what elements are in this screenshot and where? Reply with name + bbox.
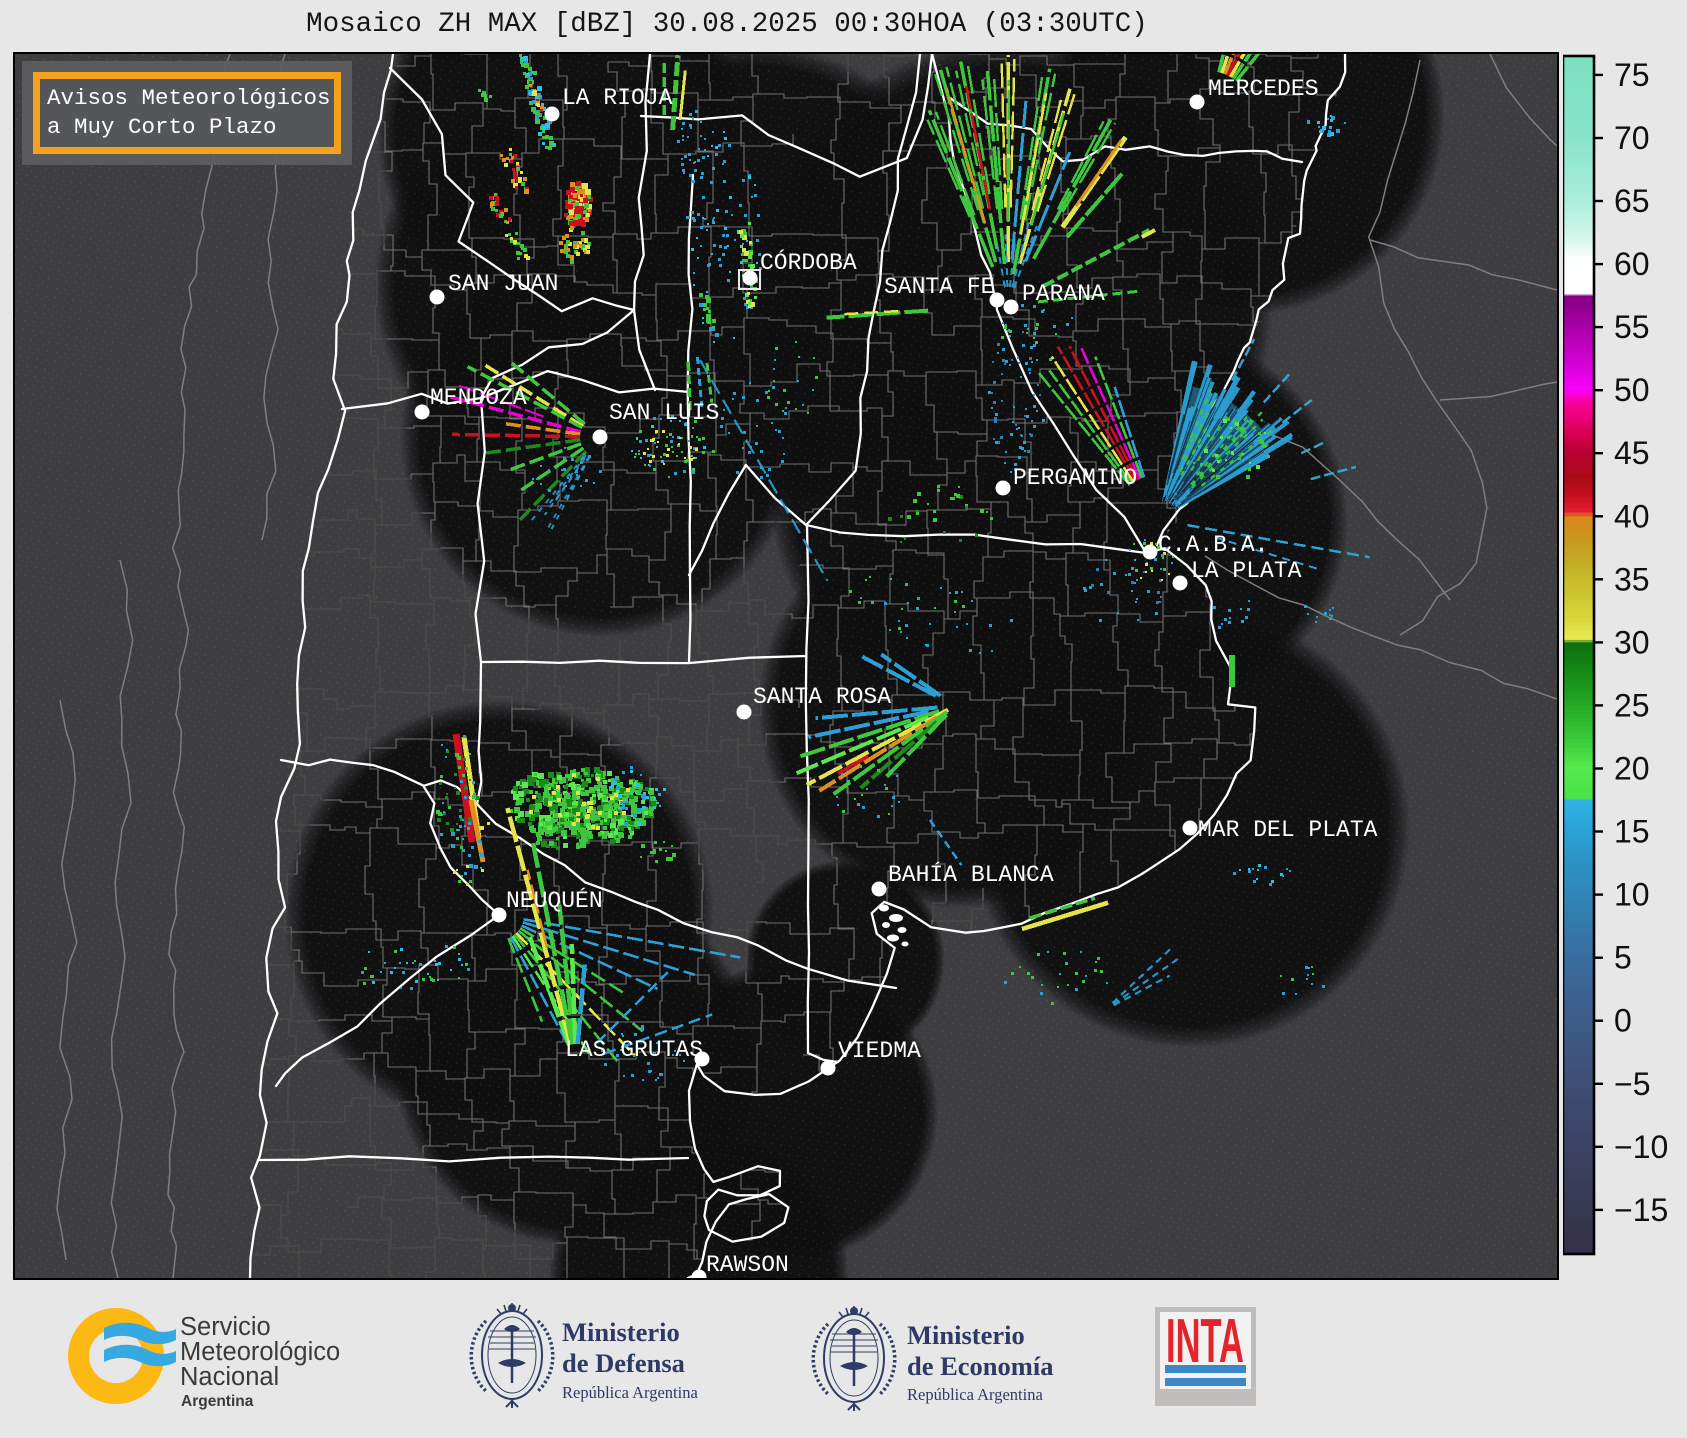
svg-text:30: 30 (1614, 624, 1650, 660)
svg-text:SAN LUIS: SAN LUIS (609, 400, 719, 426)
svg-text:50: 50 (1614, 372, 1650, 408)
svg-text:−10: −10 (1614, 1129, 1668, 1165)
svg-text:República Argentina: República Argentina (562, 1383, 698, 1402)
svg-text:de Economía: de Economía (907, 1351, 1054, 1381)
svg-text:65: 65 (1614, 183, 1650, 219)
svg-text:10: 10 (1614, 877, 1650, 913)
svg-text:CÓRDOBA: CÓRDOBA (760, 248, 857, 276)
svg-text:PARANA: PARANA (1022, 281, 1105, 307)
svg-text:60: 60 (1614, 246, 1650, 282)
svg-text:MAR DEL PLATA: MAR DEL PLATA (1198, 817, 1378, 843)
svg-text:20: 20 (1614, 751, 1650, 787)
svg-text:40: 40 (1614, 498, 1650, 534)
svg-text:LAS GRUTAS: LAS GRUTAS (565, 1037, 703, 1063)
svg-text:15: 15 (1614, 814, 1650, 850)
svg-text:de Defensa: de Defensa (562, 1348, 685, 1378)
svg-text:Ministerio: Ministerio (907, 1320, 1025, 1350)
svg-text:5: 5 (1614, 940, 1632, 976)
svg-text:LA RIOJA: LA RIOJA (562, 85, 673, 111)
svg-text:LA PLATA: LA PLATA (1191, 558, 1302, 584)
svg-text:NEUQUÉN: NEUQUÉN (506, 887, 603, 914)
svg-text:MENDOZA: MENDOZA (430, 385, 527, 411)
svg-text:−15: −15 (1614, 1192, 1668, 1228)
svg-text:MERCEDES: MERCEDES (1208, 76, 1318, 102)
svg-text:C.A.B.A.: C.A.B.A. (1158, 532, 1268, 558)
svg-text:25: 25 (1614, 687, 1650, 723)
svg-text:0: 0 (1614, 1003, 1632, 1039)
svg-text:Ministerio: Ministerio (562, 1317, 680, 1347)
svg-text:BAHÍA BLANCA: BAHÍA BLANCA (888, 861, 1054, 888)
svg-text:República Argentina: República Argentina (907, 1385, 1043, 1404)
svg-text:SAN JUAN: SAN JUAN (448, 271, 558, 297)
svg-text:Servicio: Servicio (180, 1313, 271, 1341)
svg-text:SANTA ROSA: SANTA ROSA (753, 684, 891, 710)
svg-text:55: 55 (1614, 309, 1650, 345)
svg-text:Meteorológico: Meteorológico (180, 1338, 340, 1366)
svg-text:35: 35 (1614, 561, 1650, 597)
svg-text:VIEDMA: VIEDMA (838, 1038, 921, 1064)
svg-text:Nacional: Nacional (180, 1363, 279, 1391)
svg-text:70: 70 (1614, 120, 1650, 156)
svg-text:75: 75 (1614, 57, 1650, 93)
svg-text:SANTA FE: SANTA FE (884, 274, 994, 300)
svg-text:RAWSON: RAWSON (706, 1252, 789, 1278)
svg-text:−5: −5 (1614, 1066, 1650, 1102)
svg-text:PERGAMINO: PERGAMINO (1013, 465, 1137, 491)
svg-text:45: 45 (1614, 435, 1650, 471)
svg-text:Argentina: Argentina (181, 1393, 254, 1410)
